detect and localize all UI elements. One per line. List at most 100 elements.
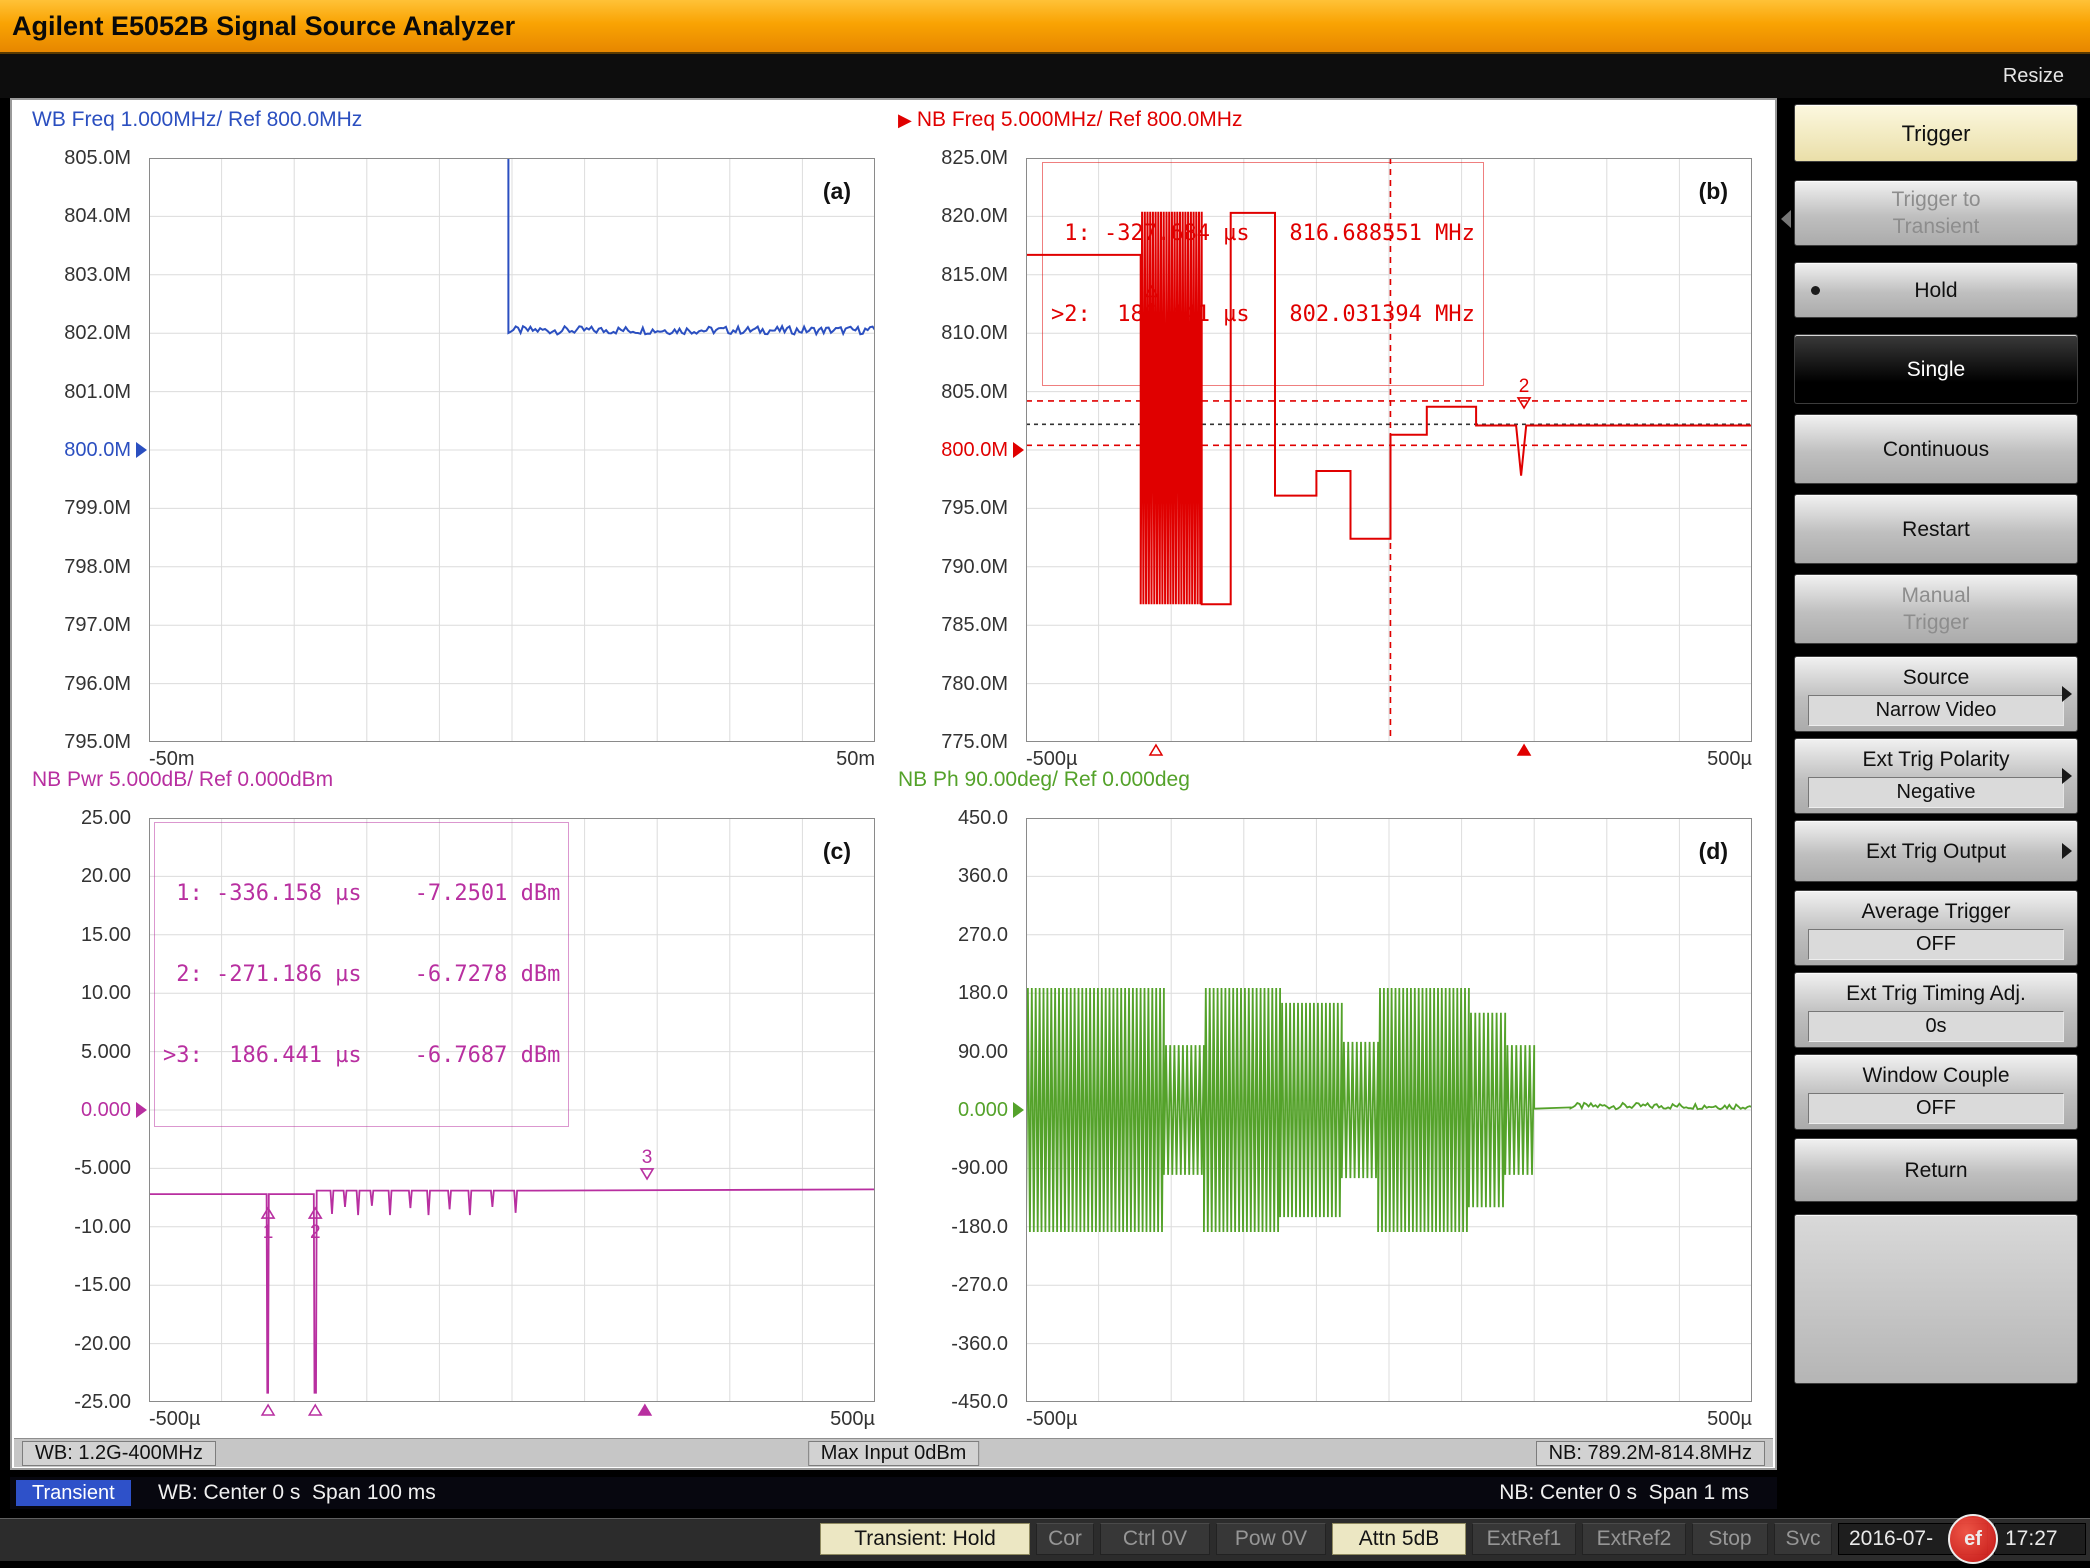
watermark-logo: ef	[1948, 1514, 1998, 1564]
menu-item-label: Window Couple	[1862, 1062, 2009, 1089]
status-pow-0v: Pow 0V	[1216, 1523, 1326, 1555]
y-tick-label: 797.0M	[27, 613, 131, 637]
x-tick-label: 500µ	[1632, 1407, 1752, 1431]
menu-restart[interactable]: Restart	[1794, 494, 2078, 564]
menu-blank-panel	[1794, 1214, 2078, 1384]
menu-item-label: Trigger to Transient	[1891, 186, 1980, 240]
menu-item-value: Negative	[1808, 777, 2064, 808]
watermark-circle-icon: ef	[1948, 1514, 1998, 1564]
menu-hold[interactable]: Hold	[1794, 262, 2078, 318]
menu-item-label: Trigger	[1902, 120, 1971, 147]
y-tick-label: 270.0	[904, 923, 1008, 947]
svg-text:2: 2	[310, 1222, 321, 1243]
menu-item-label: Restart	[1902, 516, 1970, 543]
y-tick-label: 800.0M	[904, 438, 1008, 462]
menu-manual-trigger: Manual Trigger	[1794, 574, 2078, 644]
y-tick-label: 815.0M	[904, 263, 1008, 287]
plots-panel: WB Freq 1.000MHz/ Ref 800.0MHz NB Freq 5…	[10, 98, 1777, 1470]
menu-ext-trig-output[interactable]: Ext Trig Output	[1794, 820, 2078, 882]
y-tick-label: 804.0M	[27, 204, 131, 228]
y-tick-label: 820.0M	[904, 204, 1008, 228]
y-tick-label: 800.0M	[27, 438, 131, 462]
y-tick-label: 90.00	[904, 1040, 1008, 1064]
plot-d-letter: (d)	[1699, 838, 1728, 865]
wb-span-text: WB: Center 0 s Span 100 ms	[158, 1477, 436, 1509]
resize-button[interactable]: Resize	[2003, 54, 2064, 98]
marker-readout-c: 1: -336.158 µs -7.2501 dBm 2: -271.186 µ…	[154, 822, 569, 1127]
menu-item-label: Ext Trig Timing Adj.	[1846, 980, 2026, 1007]
status-extref1: ExtRef1	[1472, 1523, 1576, 1555]
transient-bar: Transient WB: Center 0 s Span 100 ms NB:…	[10, 1477, 1777, 1509]
status-extref2: ExtRef2	[1582, 1523, 1686, 1555]
menu-window-couple[interactable]: Window Couple OFF	[1794, 1054, 2078, 1130]
plot-d-canvas[interactable]: (d)	[1026, 818, 1752, 1402]
system-bar: Transient: HoldCorCtrl 0VPow 0VAttn 5dBE…	[0, 1518, 2090, 1561]
status-svc: Svc	[1774, 1523, 1832, 1555]
nb-span-text: NB: Center 0 s Span 1 ms	[1499, 1477, 1749, 1509]
marker-readout-b: 1: -327.684 µs 816.688551 MHz >2: 186.44…	[1042, 162, 1484, 386]
reference-level-arrow-icon	[1013, 442, 1024, 458]
y-tick-label: 805.0M	[27, 146, 131, 170]
active-trace-icon	[898, 108, 917, 131]
x-tick-label: 500µ	[755, 1407, 875, 1431]
y-tick-label: 805.0M	[904, 380, 1008, 404]
svg-text:2: 2	[1519, 376, 1530, 397]
plot-a-canvas[interactable]: (a)	[149, 158, 875, 742]
y-tick-label: -450.0	[904, 1390, 1008, 1414]
wb-range-badge: WB: 1.2G-400MHz	[22, 1441, 216, 1466]
x-tick-label: -50m	[149, 747, 195, 771]
menu-return[interactable]: Return	[1794, 1138, 2078, 1202]
y-tick-label: -20.00	[27, 1332, 131, 1356]
plot-d-title: NB Ph 90.00deg/ Ref 0.000deg	[898, 768, 1190, 792]
submenu-arrow-icon	[2062, 768, 2072, 784]
menu-item-value: 0s	[1808, 1011, 2064, 1042]
reference-level-arrow-icon	[136, 442, 147, 458]
menu-single[interactable]: Single	[1794, 334, 2078, 404]
menu-continuous[interactable]: Continuous	[1794, 414, 2078, 484]
plot-a-title: WB Freq 1.000MHz/ Ref 800.0MHz	[32, 108, 362, 132]
plot-c-letter: (c)	[823, 838, 851, 865]
menu-item-value: OFF	[1808, 929, 2064, 960]
y-tick-label: 798.0M	[27, 555, 131, 579]
plot-c-title: NB Pwr 5.000dB/ Ref 0.000dBm	[32, 768, 333, 792]
status-stop: Stop	[1692, 1523, 1768, 1555]
menu-average-trigger[interactable]: Average Trigger OFF	[1794, 890, 2078, 966]
y-tick-label: 20.00	[27, 864, 131, 888]
menu-item-label: Average Trigger	[1861, 898, 2010, 925]
y-tick-label: 795.0M	[904, 496, 1008, 520]
y-tick-label: -360.0	[904, 1332, 1008, 1356]
y-tick-label: -10.00	[27, 1215, 131, 1239]
submenu-arrow-icon	[2062, 843, 2072, 859]
sidebar: Trigger Trigger to Transient Hold Single Con…	[1786, 98, 2090, 1470]
status-ctrl-0v: Ctrl 0V	[1100, 1523, 1210, 1555]
menu-source[interactable]: SourceNarrow Video	[1794, 656, 2078, 732]
y-tick-label: 803.0M	[27, 263, 131, 287]
y-tick-label: 796.0M	[27, 672, 131, 696]
menu-bar: Resize	[0, 54, 2090, 98]
y-tick-label: -90.00	[904, 1156, 1008, 1180]
menu-item-label: Single	[1907, 356, 1965, 383]
status-transient-hold: Transient: Hold	[820, 1523, 1030, 1555]
menu-trigger: Trigger	[1794, 104, 2078, 162]
menu-item-value: OFF	[1808, 1093, 2064, 1124]
y-tick-label: -25.00	[27, 1390, 131, 1414]
x-tick-label: 500µ	[1632, 747, 1752, 771]
y-tick-label: 801.0M	[27, 380, 131, 404]
menu-ext-trig-polarity[interactable]: Ext Trig Polarity Negative	[1794, 738, 2078, 814]
menu-trigger-to-transient: Trigger to Transient	[1794, 180, 2078, 246]
status-attn-5db: Attn 5dB	[1332, 1523, 1466, 1555]
y-tick-label: -180.0	[904, 1215, 1008, 1239]
nb-range-badge: NB: 789.2M-814.8MHz	[1536, 1441, 1765, 1466]
plot-a-letter: (a)	[823, 178, 851, 205]
y-tick-label: 802.0M	[27, 321, 131, 345]
selected-dot-icon	[1811, 286, 1820, 295]
menu-item-label: Ext Trig Polarity	[1862, 746, 2009, 773]
menu-item-label: Manual Trigger	[1902, 582, 1971, 636]
y-tick-label: 780.0M	[904, 672, 1008, 696]
svg-text:1: 1	[263, 1222, 274, 1243]
x-tick-label: -500µ	[1026, 1407, 1078, 1431]
menu-ext-trig-timing-adj[interactable]: Ext Trig Timing Adj. 0s	[1794, 972, 2078, 1048]
app-title: Agilent E5052B Signal Source Analyzer	[12, 0, 515, 52]
svg-text:3: 3	[642, 1147, 653, 1168]
menu-item-label: Return	[1904, 1157, 1967, 1184]
